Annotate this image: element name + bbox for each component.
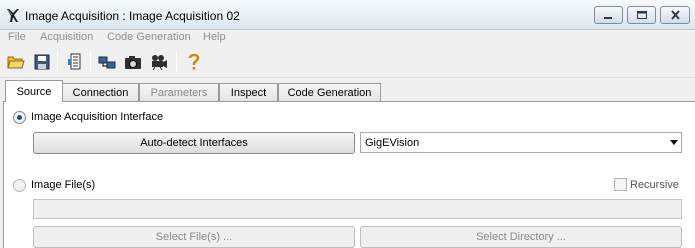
- interface-select[interactable]: GigEVision: [360, 132, 682, 153]
- maximize-button[interactable]: [627, 6, 656, 24]
- menu-bar: File Acquisition Code Generation Help: [0, 30, 695, 46]
- toolbar-separator: [90, 51, 91, 73]
- tab-source-label: Source: [16, 85, 52, 98]
- close-icon: [670, 10, 680, 20]
- help-icon: [188, 53, 200, 70]
- tab-parameters[interactable]: Parameters: [139, 83, 219, 102]
- open-folder-icon: [7, 56, 25, 69]
- select-directory-button[interactable]: Select Directory ...: [360, 226, 682, 248]
- connect-button[interactable]: [96, 51, 118, 73]
- tab-code-generation[interactable]: Code Generation: [278, 83, 381, 102]
- help-button[interactable]: [183, 51, 205, 73]
- title-bar: Image Acquisition : Image Acquisition 02: [0, 0, 695, 30]
- interface-select-value: GigEVision: [365, 137, 420, 149]
- auto-detect-button[interactable]: Auto-detect Interfaces: [33, 132, 355, 154]
- snap-button[interactable]: [122, 51, 144, 73]
- maximize-icon: [636, 11, 647, 19]
- close-button[interactable]: [660, 6, 690, 24]
- toolbar-separator: [176, 51, 177, 73]
- menu-acquisition[interactable]: Acquisition: [40, 31, 93, 43]
- tab-connection[interactable]: Connection: [62, 83, 139, 102]
- toolbar-separator: [57, 51, 58, 73]
- open-button[interactable]: [5, 51, 27, 73]
- connect-icon: [98, 56, 116, 69]
- tab-source[interactable]: Source: [5, 80, 63, 102]
- select-directory-label: Select Directory ...: [476, 231, 566, 243]
- image-files-radio-label: Image File(s): [31, 179, 96, 191]
- save-button[interactable]: [31, 51, 53, 73]
- auto-detect-label: Auto-detect Interfaces: [140, 137, 248, 149]
- interface-radio-label: Image Acquisition Interface: [31, 111, 164, 123]
- select-files-label: Select File(s) ...: [155, 231, 233, 243]
- minimize-button[interactable]: [594, 6, 623, 24]
- camera-icon: [125, 55, 141, 69]
- properties-button[interactable]: [64, 51, 86, 73]
- tab-code-generation-label: Code Generation: [287, 87, 372, 99]
- toolbar: [0, 46, 695, 78]
- chevron-down-icon: [670, 140, 678, 145]
- tab-inspect[interactable]: Inspect: [219, 83, 278, 102]
- minimize-icon: [604, 16, 612, 19]
- tab-parameters-label: Parameters: [150, 87, 208, 99]
- properties-icon: [68, 53, 81, 70]
- menu-help[interactable]: Help: [203, 31, 226, 43]
- halcon-app-icon: [7, 9, 19, 22]
- window-title: Image Acquisition : Image Acquisition 02: [25, 9, 240, 23]
- recursive-label: Recursive: [630, 179, 679, 191]
- tab-connection-label: Connection: [72, 87, 129, 99]
- image-files-radio[interactable]: [13, 179, 26, 192]
- recursive-checkbox[interactable]: [614, 178, 627, 191]
- select-files-button[interactable]: Select File(s) ...: [33, 226, 355, 248]
- tab-strip: Source Connection Parameters Inspect Cod…: [0, 80, 695, 102]
- tab-inspect-label: Inspect: [230, 87, 267, 99]
- live-button[interactable]: [148, 51, 170, 73]
- file-path-field[interactable]: [33, 199, 682, 219]
- menu-file[interactable]: File: [8, 31, 26, 43]
- video-camera-icon: [152, 55, 167, 70]
- menu-code-generation[interactable]: Code Generation: [107, 31, 191, 43]
- source-panel: Image Acquisition Interface Auto-detect …: [3, 101, 695, 248]
- save-icon: [34, 54, 50, 70]
- interface-radio[interactable]: [13, 111, 26, 124]
